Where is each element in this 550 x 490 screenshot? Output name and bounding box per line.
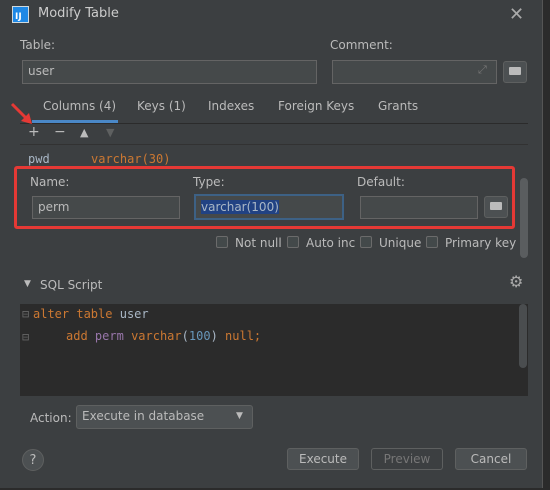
table-name-input[interactable]: user: [22, 60, 317, 84]
collapse-chevron-icon[interactable]: ▼: [24, 279, 31, 289]
comment-edit-button[interactable]: [503, 61, 527, 83]
preview-button[interactable]: Preview: [371, 448, 443, 470]
columns-toolbar: + − ▲ ▼: [0, 124, 200, 144]
intellij-app-icon: IJ: [12, 6, 29, 23]
speech-bubble-icon: [509, 67, 521, 75]
sql-scrollbar[interactable]: [519, 304, 527, 368]
help-button[interactable]: ?: [22, 449, 44, 471]
add-column-icon[interactable]: +: [28, 124, 40, 140]
sql-line-1: alter table user: [33, 307, 149, 321]
tab-columns[interactable]: Columns (4): [43, 99, 116, 113]
auto-inc-label: Auto inc: [306, 236, 356, 250]
fold-marker-icon: ⊟: [22, 330, 30, 344]
column-row-pwd[interactable]: pwd: [28, 152, 50, 166]
tab-bar: Columns (4) Keys (1) Indexes Foreign Key…: [0, 99, 542, 119]
auto-inc-checkbox[interactable]: [287, 236, 299, 248]
not-null-label: Not null: [235, 236, 282, 250]
modify-table-dialog: IJ Modify Table ✕ Table: user Comment: ⤢…: [0, 0, 543, 488]
action-label: Action:: [30, 411, 72, 425]
column-name: pwd: [28, 152, 50, 166]
columns-scrollbar[interactable]: [520, 178, 528, 258]
window-title: Modify Table: [38, 6, 119, 21]
tab-foreign-keys[interactable]: Foreign Keys: [278, 99, 354, 113]
gear-icon[interactable]: ⚙: [509, 272, 523, 291]
tab-keys[interactable]: Keys (1): [137, 99, 186, 113]
comment-label: Comment:: [330, 38, 393, 52]
background-ide: [543, 0, 550, 490]
red-highlight-box: [14, 166, 515, 229]
cancel-button[interactable]: Cancel: [455, 448, 527, 470]
not-null-checkbox[interactable]: [216, 236, 228, 248]
move-up-icon[interactable]: ▲: [80, 126, 88, 139]
unique-label: Unique: [379, 236, 422, 250]
primary-key-checkbox[interactable]: [426, 236, 438, 248]
fold-marker-icon: ⊟: [22, 307, 30, 321]
tab-grants[interactable]: Grants: [378, 99, 418, 113]
primary-key-label: Primary key: [445, 236, 517, 250]
sql-script-label: SQL Script: [40, 278, 103, 292]
move-down-icon[interactable]: ▼: [106, 126, 114, 139]
execute-button[interactable]: Execute: [287, 448, 359, 470]
close-icon[interactable]: ✕: [509, 4, 524, 25]
table-label: Table:: [20, 38, 56, 52]
comment-input[interactable]: [332, 60, 497, 84]
expand-icon[interactable]: ⤢: [478, 63, 487, 77]
remove-column-icon[interactable]: −: [54, 124, 66, 140]
column-type: varchar(30): [91, 152, 171, 166]
action-dropdown-value: Execute in database: [82, 409, 205, 423]
tab-indexes[interactable]: Indexes: [208, 99, 254, 113]
unique-checkbox[interactable]: [360, 236, 372, 248]
sql-line-2: add perm varchar(100) null;: [66, 329, 262, 343]
action-dropdown[interactable]: Execute in database: [76, 405, 253, 429]
chevron-down-icon: ▼: [236, 411, 243, 421]
